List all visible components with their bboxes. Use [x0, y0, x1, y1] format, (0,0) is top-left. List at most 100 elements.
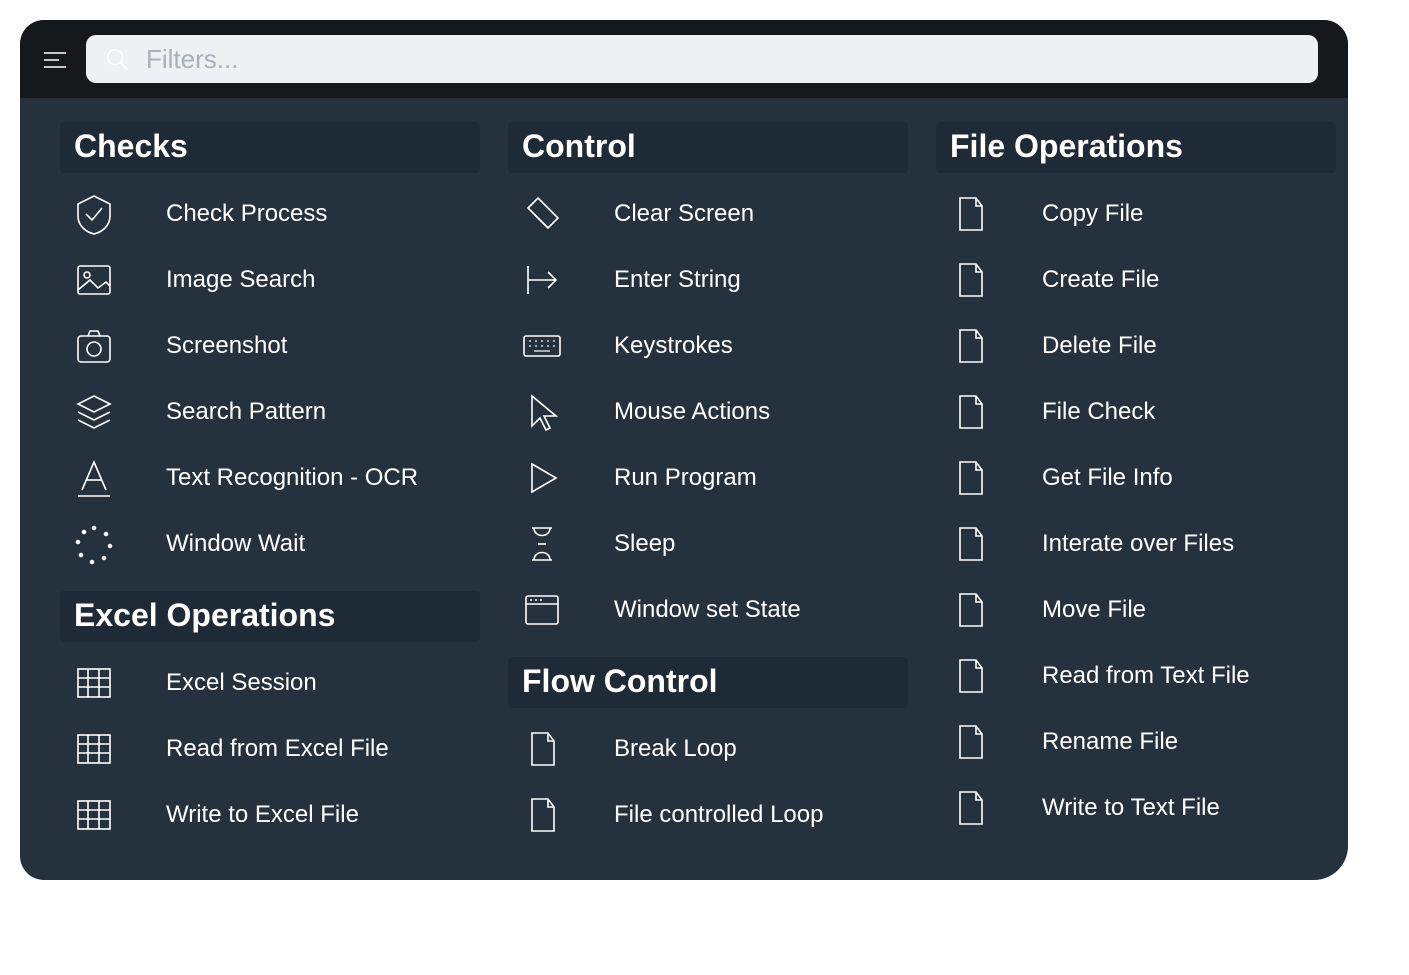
category-header-control[interactable]: Control	[508, 122, 908, 173]
item-image-search[interactable]: Image Search	[60, 247, 480, 313]
file-icon	[948, 258, 992, 302]
column-2: File Operations Copy FileCreate File Delet…	[936, 122, 1336, 841]
category-excel-operations: Excel Operations Excel Session Read from E…	[60, 591, 480, 848]
item-sleep[interactable]: Sleep	[508, 511, 908, 577]
eraser-icon	[520, 192, 564, 236]
item-label: Rename File	[1042, 728, 1178, 756]
item-screenshot[interactable]: Screenshot	[60, 313, 480, 379]
layers-icon	[72, 390, 116, 434]
window-icon	[520, 588, 564, 632]
file-icon	[948, 654, 992, 698]
category-flow-control: Flow Control Break Loop File controlled Lo…	[508, 657, 908, 848]
category-header-flow-control[interactable]: Flow Control	[508, 657, 908, 708]
item-label: Write to Excel File	[166, 801, 359, 829]
item-break-loop[interactable]: Break Loop	[508, 716, 908, 782]
item-run-program[interactable]: Run Program	[508, 445, 908, 511]
item-label: Sleep	[614, 530, 675, 558]
file-icon	[520, 727, 564, 771]
enter-icon	[520, 258, 564, 302]
item-file-controlled-loop[interactable]: File controlled Loop	[508, 782, 908, 848]
ocr-icon	[72, 456, 116, 500]
item-label: Read from Excel File	[166, 735, 389, 763]
item-clear-screen[interactable]: Clear Screen	[508, 181, 908, 247]
menu-lines-icon	[41, 45, 69, 73]
item-label: Window Wait	[166, 530, 305, 558]
item-label: Get File Info	[1042, 464, 1173, 492]
file-icon	[948, 522, 992, 566]
item-label: Run Program	[614, 464, 757, 492]
file-icon	[948, 390, 992, 434]
image-icon	[72, 258, 116, 302]
category-header-excel-operations[interactable]: Excel Operations	[60, 591, 480, 642]
item-write-to-excel-file[interactable]: Write to Excel File	[60, 782, 480, 848]
dots-spinner-icon	[72, 522, 116, 566]
item-label: Image Search	[166, 266, 315, 294]
category-control: Control Clear Screen Enter String Keystroke…	[508, 122, 908, 643]
item-write-to-text-file[interactable]: Write to Text File	[936, 775, 1336, 841]
column-0: Checks Check Process Image Search Screensho…	[60, 122, 480, 848]
item-create-file[interactable]: Create File	[936, 247, 1336, 313]
item-label: Window set State	[614, 596, 801, 624]
item-window-set-state[interactable]: Window set State	[508, 577, 908, 643]
file-icon	[948, 456, 992, 500]
item-delete-file[interactable]: Delete File	[936, 313, 1336, 379]
item-get-file-info[interactable]: Get File Info	[936, 445, 1336, 511]
category-items-checks: Check Process Image Search Screenshot Searc…	[60, 181, 480, 577]
camera-icon	[72, 324, 116, 368]
item-label: Screenshot	[166, 332, 287, 360]
file-icon	[948, 720, 992, 764]
search-input[interactable]	[146, 44, 1300, 75]
item-text-recognition-ocr[interactable]: Text Recognition - OCR	[60, 445, 480, 511]
item-read-from-text-file[interactable]: Read from Text File	[936, 643, 1336, 709]
item-label: Break Loop	[614, 735, 737, 763]
category-items-control: Clear Screen Enter String Keystrokes Mouse …	[508, 181, 908, 643]
grid-icon	[72, 727, 116, 771]
item-keystrokes[interactable]: Keystrokes	[508, 313, 908, 379]
category-items-flow-control: Break Loop File controlled Loop	[508, 716, 908, 848]
item-copy-file[interactable]: Copy File	[936, 181, 1336, 247]
item-label: Write to Text File	[1042, 794, 1220, 822]
app-window: Checks Check Process Image Search Screensho…	[20, 20, 1348, 880]
item-search-pattern[interactable]: Search Pattern	[60, 379, 480, 445]
category-items-excel-operations: Excel Session Read from Excel File Write t…	[60, 650, 480, 848]
item-label: Clear Screen	[614, 200, 754, 228]
play-icon	[520, 456, 564, 500]
item-rename-file[interactable]: Rename File	[936, 709, 1336, 775]
item-read-from-excel-file[interactable]: Read from Excel File	[60, 716, 480, 782]
item-enter-string[interactable]: Enter String	[508, 247, 908, 313]
category-checks: Checks Check Process Image Search Screensho…	[60, 122, 480, 577]
cursor-icon	[520, 390, 564, 434]
item-label: Excel Session	[166, 669, 317, 697]
file-icon	[948, 786, 992, 830]
item-label: Search Pattern	[166, 398, 326, 426]
item-label: Move File	[1042, 596, 1146, 624]
file-icon	[948, 588, 992, 632]
item-label: Delete File	[1042, 332, 1157, 360]
file-icon	[948, 324, 992, 368]
item-check-process[interactable]: Check Process	[60, 181, 480, 247]
item-label: Keystrokes	[614, 332, 733, 360]
file-icon	[948, 192, 992, 236]
item-label: Enter String	[614, 266, 741, 294]
shield-check-icon	[72, 192, 116, 236]
category-header-checks[interactable]: Checks	[60, 122, 480, 173]
item-move-file[interactable]: Move File	[936, 577, 1336, 643]
top-bar	[20, 20, 1348, 98]
item-label: Read from Text File	[1042, 662, 1250, 690]
category-header-file-operations[interactable]: File Operations	[936, 122, 1336, 173]
category-items-file-operations: Copy FileCreate File Delete File File Chec…	[936, 181, 1336, 841]
item-label: Check Process	[166, 200, 327, 228]
column-1: Control Clear Screen Enter String Keystroke…	[508, 122, 908, 848]
item-label: Text Recognition - OCR	[166, 464, 418, 492]
item-label: Mouse Actions	[614, 398, 770, 426]
item-excel-session[interactable]: Excel Session	[60, 650, 480, 716]
file-icon	[520, 793, 564, 837]
item-window-wait[interactable]: Window Wait	[60, 511, 480, 577]
item-file-check[interactable]: File Check	[936, 379, 1336, 445]
menu-button[interactable]	[38, 42, 72, 76]
item-iterate-over-files[interactable]: Interate over Files	[936, 511, 1336, 577]
item-label: File controlled Loop	[614, 801, 823, 829]
item-mouse-actions[interactable]: Mouse Actions	[508, 379, 908, 445]
keyboard-icon	[520, 324, 564, 368]
search-bar[interactable]	[86, 35, 1318, 83]
